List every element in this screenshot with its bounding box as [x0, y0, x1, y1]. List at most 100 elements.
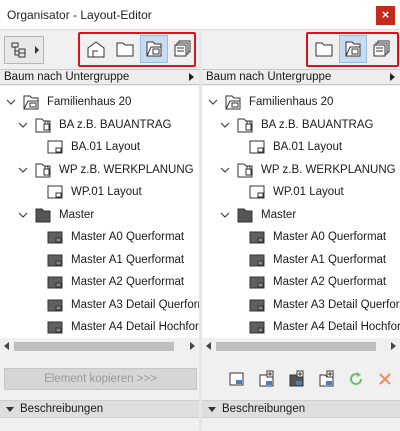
view-sets-button[interactable] [111, 35, 139, 63]
dropdown-label: Baum nach Untergruppe [206, 71, 332, 83]
expand-chevron-icon[interactable] [208, 97, 218, 107]
tree-item[interactable]: WP.01 Layout [232, 181, 344, 203]
delete-button[interactable] [374, 368, 396, 390]
master-icon [248, 252, 266, 268]
tree-item[interactable]: BA z.B. BAUANTRAG [220, 114, 373, 136]
close-button[interactable]: × [376, 6, 395, 25]
tree-item-label: Master [261, 208, 297, 221]
folder-dark-icon [236, 207, 254, 223]
dropdown-arrow-icon [390, 73, 395, 81]
tree-item-label: Master A0 Querformat [273, 231, 387, 243]
expand-chevron-icon[interactable] [6, 97, 16, 107]
tree-item-label: WP.01 Layout [273, 186, 344, 198]
tree-item[interactable]: BA.01 Layout [232, 136, 342, 158]
master-icon [46, 274, 64, 290]
subset-icon [34, 117, 52, 133]
tree-item[interactable]: BA z.B. BAUANTRAG [18, 114, 171, 136]
tree-item[interactable]: Master A1 Querformat [30, 249, 184, 271]
descriptions-section-right[interactable]: Beschreibungen [202, 400, 400, 418]
scroll-thumb[interactable] [216, 342, 376, 351]
tree-item-label: Master A2 Querformat [71, 276, 185, 288]
update-button[interactable] [345, 368, 367, 390]
tree-item[interactable]: Master A4 Detail Hochformat [232, 316, 400, 338]
tree-item[interactable]: Master A0 Querformat [232, 226, 386, 248]
expand-chevron-icon[interactable] [220, 210, 230, 220]
tree-item-label: Familienhaus 20 [249, 96, 334, 108]
layout-icon [46, 139, 64, 155]
tree-item-label: Master A2 Querformat [273, 276, 387, 288]
tree-item-label: WP z.B. WERKPLANUNG [59, 163, 194, 176]
scroll-thumb[interactable] [14, 342, 174, 351]
tree-item[interactable]: Familienhaus 20 [208, 91, 333, 113]
title-bar: Organisator - Layout-Editor × [0, 0, 400, 30]
tree-item-label: Master A0 Querformat [71, 231, 185, 243]
layout-book-icon [345, 41, 361, 57]
copy-element-button[interactable]: Element kopieren >>> [4, 368, 197, 390]
section-title: Beschreibungen [222, 403, 306, 415]
organizer-mode-button[interactable] [4, 36, 44, 64]
section-title: Beschreibungen [20, 403, 104, 415]
subset-icon [34, 162, 52, 178]
expand-chevron-icon[interactable] [220, 120, 230, 130]
scroll-right-arrow-icon[interactable] [391, 342, 396, 350]
folder-icon [315, 42, 333, 57]
tree-item[interactable]: Master A1 Querformat [232, 249, 386, 271]
tree-item[interactable]: WP.01 Layout [30, 181, 142, 203]
tree-item[interactable]: Master A4 Detail Hochformat [30, 316, 199, 338]
tree-item-label: Master A4 Detail Hochformat [71, 321, 199, 333]
descriptions-section-left[interactable]: Beschreibungen [0, 400, 199, 418]
layout-book-button[interactable] [339, 35, 367, 63]
collapse-arrow-icon [208, 407, 216, 412]
layout-icon [248, 184, 266, 200]
tree-item[interactable]: Master A2 Querformat [232, 271, 386, 293]
tree-item[interactable]: Master [220, 204, 296, 226]
tree-item[interactable]: Master A3 Detail Querformat [232, 294, 400, 316]
publisher-sets-button[interactable] [169, 35, 197, 63]
expand-chevron-icon[interactable] [220, 165, 230, 175]
scroll-left-arrow-icon[interactable] [4, 342, 9, 350]
tree-mode-dropdown-left[interactable]: Baum nach Untergruppe [0, 69, 199, 85]
new-master-button[interactable] [286, 368, 308, 390]
tree-item-label: BA.01 Layout [71, 141, 141, 153]
scroll-left-arrow-icon[interactable] [206, 342, 211, 350]
tree-item[interactable]: Master A0 Querformat [30, 226, 184, 248]
tree-item-label: BA z.B. BAUANTRAG [59, 118, 172, 131]
horizontal-scrollbar-left[interactable] [0, 338, 199, 355]
collapse-arrow-icon [6, 407, 14, 412]
expand-chevron-icon[interactable] [18, 165, 28, 175]
view-map-button[interactable] [82, 35, 110, 63]
view-sets-button[interactable] [310, 35, 338, 63]
tree-item[interactable]: WP z.B. WERKPLANUNG [220, 159, 396, 181]
layout-icon [248, 139, 266, 155]
tree-item-label: Master A1 Querformat [71, 253, 185, 266]
right-toolbar [202, 31, 400, 69]
tree-item[interactable]: Master A3 Detail Querformat [30, 294, 199, 316]
new-subset-button[interactable] [316, 368, 338, 390]
subset-icon [236, 162, 254, 178]
expand-chevron-icon[interactable] [18, 210, 28, 220]
tree-item[interactable]: BA.01 Layout [30, 136, 140, 158]
tree-item-label: BA z.B. BAUANTRAG [261, 118, 374, 131]
horizontal-scrollbar-right[interactable] [202, 338, 400, 355]
master-icon [248, 297, 266, 313]
layout-settings-button[interactable] [226, 368, 248, 390]
new-layout-button[interactable] [256, 368, 278, 390]
layout-book-button[interactable] [140, 35, 168, 63]
tree-item[interactable]: Familienhaus 20 [6, 91, 131, 113]
tree-mode-dropdown-right[interactable]: Baum nach Untergruppe [202, 69, 400, 85]
house-icon [87, 41, 105, 58]
tree-item-label: BA.01 Layout [273, 141, 343, 153]
delete-icon [379, 373, 391, 385]
tree-item[interactable]: Master [18, 204, 94, 226]
scroll-right-arrow-icon[interactable] [190, 342, 195, 350]
publisher-sets-button[interactable] [368, 35, 396, 63]
master-icon [248, 319, 266, 335]
tree-item[interactable]: WP z.B. WERKPLANUNG [18, 159, 194, 181]
expand-chevron-icon[interactable] [18, 120, 28, 130]
tree-item[interactable]: Master A2 Querformat [30, 271, 184, 293]
